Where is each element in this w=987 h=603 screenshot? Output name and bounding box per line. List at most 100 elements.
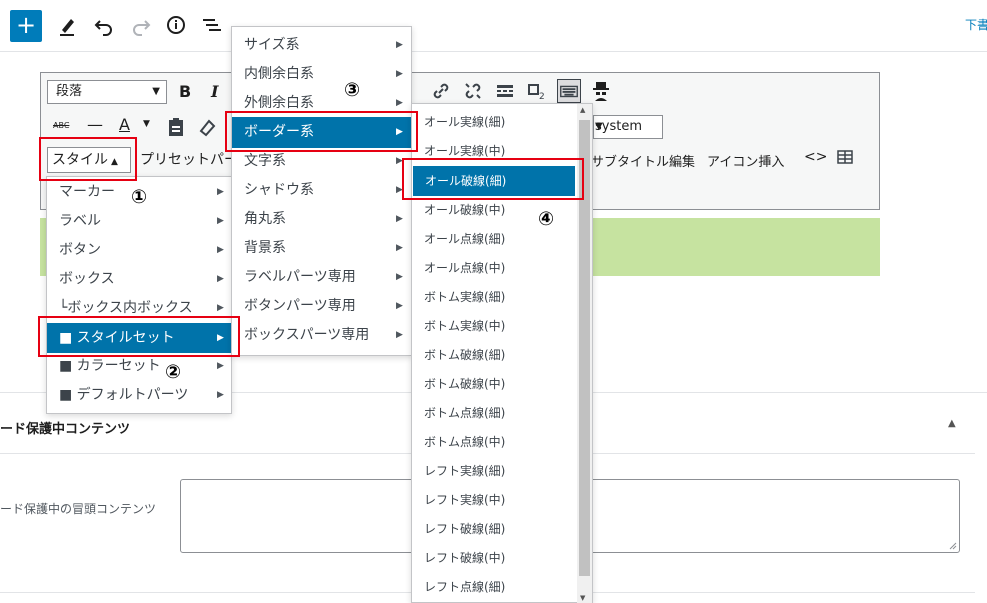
table-icon[interactable] — [836, 148, 854, 166]
menu-item-border-style[interactable]: ボトム点線(中) — [412, 428, 576, 457]
menu-item-border-style[interactable]: ボトム実線(細) — [412, 283, 576, 312]
scroll-up-icon[interactable]: ▲ — [580, 106, 585, 114]
menu-item-border-style[interactable]: ボトム破線(細) — [412, 341, 576, 370]
chevron-right-icon: ▶ — [217, 187, 224, 197]
shortcode-icon[interactable]: 2 — [525, 79, 549, 103]
save-draft-link[interactable]: 下書 — [965, 16, 987, 33]
italic-button[interactable]: I — [211, 82, 218, 101]
menu-item-label-style[interactable]: ラベル ▶ — [47, 207, 231, 236]
menu-item-radius[interactable]: 角丸系 ▶ — [232, 205, 411, 234]
menu-item-border-style[interactable]: ボトム点線(細) — [412, 399, 576, 428]
menu-item-label: 外側余白系 — [244, 95, 314, 111]
top-toolbar: + 下書 — [0, 0, 987, 52]
menu-item-border-style[interactable]: レフト点線(細) — [412, 573, 576, 602]
menu-item-border-style[interactable]: レフト破線(細) — [412, 515, 576, 544]
bold-button[interactable]: B — [179, 82, 191, 101]
chevron-right-icon: ▶ — [396, 301, 403, 311]
chevron-down-icon[interactable]: ▼ — [143, 119, 150, 129]
menu-item-button-parts[interactable]: ボタンパーツ専用 ▶ — [232, 292, 411, 321]
read-more-icon[interactable] — [493, 79, 517, 103]
highlight-box-border — [225, 111, 418, 152]
chevron-right-icon: ▶ — [396, 69, 403, 79]
menu-item-background[interactable]: 背景系 ▶ — [232, 234, 411, 263]
paste-text-icon[interactable] — [164, 115, 188, 139]
step-badge-2: ② — [164, 361, 182, 383]
chevron-right-icon: ▶ — [396, 40, 403, 50]
menu-item-label: 角丸系 — [244, 211, 286, 227]
menu-item-border-style[interactable]: レフト破線(中) — [412, 544, 576, 573]
info-icon[interactable] — [163, 12, 189, 38]
step-badge-1: ① — [130, 186, 148, 208]
icon-insert-button[interactable]: アイコン挿入 — [707, 151, 784, 170]
undo-icon[interactable] — [91, 12, 117, 38]
chevron-right-icon: ▶ — [217, 216, 224, 226]
highlight-box-style — [39, 137, 137, 181]
format-select[interactable]: 段落 ▼ — [47, 80, 167, 104]
chevron-right-icon: ▶ — [217, 245, 224, 255]
chevron-right-icon: ▶ — [396, 330, 403, 340]
menu-item-label-parts[interactable]: ラベルパーツ専用 ▶ — [232, 263, 411, 292]
menu-item-label: ラベル — [59, 213, 101, 229]
menu-item-shadow[interactable]: シャドウ系 ▶ — [232, 176, 411, 205]
menu-item-label: 文字系 — [244, 153, 286, 169]
menu-item-label: 内側余白系 — [244, 66, 314, 82]
menu-item-label: 背景系 — [244, 240, 286, 256]
chevron-down-icon: ▼ — [152, 86, 160, 97]
chevron-right-icon: ▶ — [217, 274, 224, 284]
step-badge-4: ④ — [537, 208, 555, 230]
code-button[interactable]: <> — [804, 149, 827, 165]
redo-icon[interactable] — [128, 12, 154, 38]
menu-item-box-parts[interactable]: ボックスパーツ専用 ▶ — [232, 321, 411, 350]
unlink-icon[interactable] — [461, 79, 485, 103]
menu-item-size[interactable]: サイズ系 ▶ — [232, 31, 411, 60]
panel-title[interactable]: ード保護中コンテンツ — [0, 418, 130, 437]
menu-item-border-style[interactable]: オール実線(細) — [412, 108, 576, 137]
menu-item-label: サイズ系 — [244, 37, 300, 53]
preset-dropdown-button[interactable]: プリセットパー — [140, 149, 240, 169]
editor-screen: + 下書 段落 ▼ B I 2 ABC — A ▼ system ▼ スタイル … — [0, 0, 987, 603]
scroll-down-icon[interactable]: ▼ — [580, 594, 585, 602]
menu-item-label: └ボックス内ボックス — [59, 300, 193, 316]
menu-item-label: ■ カラーセット — [59, 358, 161, 374]
menu-item-button[interactable]: ボタン ▶ — [47, 236, 231, 265]
menu-item-border-style[interactable]: オール点線(中) — [412, 254, 576, 283]
menu-item-label: ボックスパーツ専用 — [244, 327, 370, 343]
chevron-right-icon: ▶ — [217, 390, 224, 400]
menu-item-padding[interactable]: 内側余白系 ▶ — [232, 60, 411, 89]
chevron-right-icon: ▶ — [396, 272, 403, 282]
list-view-icon[interactable] — [199, 12, 225, 38]
menu-item-border-style[interactable]: レフト実線(細) — [412, 457, 576, 486]
font-family-select[interactable]: system ▼ — [593, 115, 663, 139]
highlight-box-style-set — [38, 316, 240, 357]
menu-item-label: ボタン — [59, 242, 101, 258]
subtitle-edit-button[interactable]: サブタイトル編集 — [591, 151, 695, 170]
spy-icon[interactable] — [589, 79, 613, 103]
resize-handle-icon[interactable] — [949, 542, 957, 550]
menu-item-box[interactable]: ボックス ▶ — [47, 265, 231, 294]
format-select-value: 段落 — [56, 84, 83, 99]
menu-item-label: シャドウ系 — [244, 182, 314, 198]
menu-item-border-style[interactable]: レフト実線(中) — [412, 486, 576, 515]
text-color-button[interactable]: A — [119, 115, 130, 134]
caret-up-icon[interactable]: ▲ — [948, 418, 956, 429]
menu-item-border-style[interactable]: ボトム破線(中) — [412, 370, 576, 399]
field-label: ード保護中の冒頭コンテンツ — [0, 502, 157, 516]
chevron-down-icon: ▼ — [595, 121, 603, 132]
menu-item-label: ラベルパーツ専用 — [244, 269, 356, 285]
add-block-button[interactable]: + — [10, 10, 42, 42]
style-menu: マーカー ▶ ラベル ▶ ボタン ▶ ボックス ▶ └ボックス内ボックス ▶ ■ スタイル… — [46, 176, 232, 414]
horizontal-line-button[interactable]: — — [87, 115, 103, 134]
menu-item-border-style[interactable]: ボトム実線(中) — [412, 312, 576, 341]
keyboard-icon[interactable] — [557, 79, 581, 103]
menu-item-default-parts[interactable]: ■ デフォルトパーツ ▶ — [47, 381, 231, 410]
link-icon[interactable] — [429, 79, 453, 103]
eraser-icon[interactable] — [195, 115, 219, 139]
pencil-icon[interactable] — [54, 12, 80, 38]
menu-item-label: ■ デフォルトパーツ — [59, 387, 189, 403]
style-set-submenu: サイズ系 ▶ 内側余白系 ▶ 外側余白系 ▶ ボーダー系 ▶ 文字系 ▶ シャドウ系 ▶ 角… — [231, 26, 412, 356]
menu-item-label: マーカー — [59, 184, 115, 200]
chevron-right-icon: ▶ — [396, 243, 403, 253]
svg-text:2: 2 — [539, 92, 545, 102]
strikethrough-button[interactable]: ABC — [53, 121, 69, 130]
highlight-box-border-item — [402, 158, 584, 200]
